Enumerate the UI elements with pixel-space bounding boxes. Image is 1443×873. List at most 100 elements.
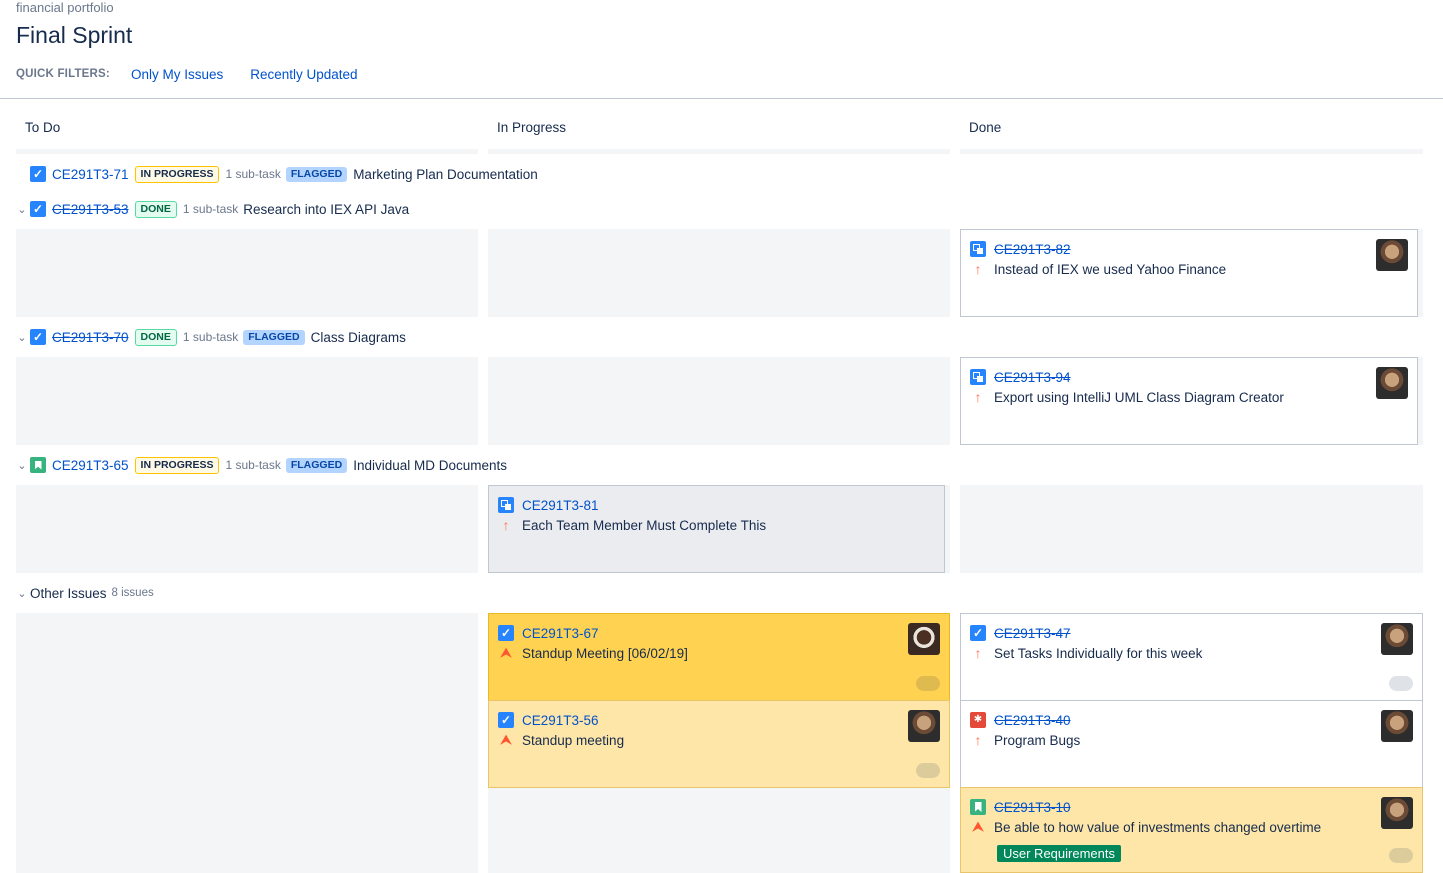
swimlane-header[interactable]: ⌄ ✓ CE291T3-53 DONE 1 sub-task Research … <box>16 198 409 220</box>
cell-in-progress <box>488 357 950 445</box>
subtask-count: 1 sub-task <box>182 202 239 216</box>
checkbox-icon: ✓ <box>30 166 46 182</box>
card-summary: Standup Meeting [06/02/19] <box>522 645 688 661</box>
cell-done <box>960 485 1423 573</box>
arrow-up-icon: ↑ <box>502 517 510 533</box>
column-title: To Do <box>25 120 61 135</box>
avatar <box>1376 367 1408 399</box>
issue-key-link[interactable]: CE291T3-65 <box>52 458 129 473</box>
checkbox-icon: ✓ <box>498 712 514 728</box>
issue-card[interactable]: ✓ CE291T3-56 ⮝ Standup meeting <box>488 700 950 788</box>
flagged-badge: FLAGGED <box>285 457 348 473</box>
issue-key-link[interactable]: CE291T3-70 <box>52 330 129 345</box>
column-header-todo: To Do <box>16 108 478 154</box>
card-summary: Set Tasks Individually for this week <box>994 645 1203 661</box>
subtask-count: 1 sub-task <box>225 167 281 181</box>
filter-recently-updated[interactable]: Recently Updated <box>250 67 357 82</box>
issue-card[interactable]: CE291T3-94 ↑ Export using IntelliJ UML Cl… <box>960 357 1418 445</box>
card-key[interactable]: CE291T3-67 <box>522 626 599 641</box>
checkbox-icon: ✓ <box>30 201 46 217</box>
flagged-badge: FLAGGED <box>243 329 305 345</box>
cell-todo <box>16 613 478 873</box>
avatar <box>1381 710 1413 742</box>
bug-icon: ✱ <box>970 712 986 728</box>
subtask-count: 1 sub-task <box>225 458 281 472</box>
card-key[interactable]: CE291T3-94 <box>994 370 1071 385</box>
avatar <box>1376 239 1408 271</box>
issue-card[interactable]: ✓ CE291T3-67 ⮝ Standup Meeting [06/02/19] <box>488 613 950 701</box>
issue-summary: Individual MD Documents <box>353 457 508 473</box>
column-title: Done <box>969 120 1002 135</box>
column-title: In Progress <box>497 120 567 135</box>
card-summary: Standup meeting <box>522 732 625 748</box>
chevron-down-icon[interactable]: ⌄ <box>16 587 28 600</box>
swimlane-header-other[interactable]: ⌄ Other Issues 8 issues <box>16 582 154 604</box>
swimlane-header[interactable]: ⌄ ✓ CE291T3-71 IN PROGRESS 1 sub-task FL… <box>16 163 538 185</box>
cell-in-progress <box>488 229 950 317</box>
column-header-done: Done <box>960 108 1423 154</box>
cell-todo <box>16 357 478 445</box>
status-badge: DONE <box>134 200 177 218</box>
card-summary: Be able to how value of investments chan… <box>994 819 1322 835</box>
arrow-up-icon: ↑ <box>974 389 982 405</box>
chevron-down-icon[interactable]: ⌄ <box>16 203 28 216</box>
filter-only-my-issues[interactable]: Only My Issues <box>131 67 223 82</box>
card-key[interactable]: CE291T3-10 <box>994 800 1071 815</box>
checkbox-icon: ✓ <box>30 329 46 345</box>
card-summary: Instead of IEX we used Yahoo Finance <box>994 261 1227 277</box>
chevron-down-icon[interactable]: ⌄ <box>16 331 28 344</box>
header-divider <box>0 98 1443 99</box>
issue-key-link[interactable]: CE291T3-53 <box>52 202 129 217</box>
arrow-up-icon: ↑ <box>974 261 982 277</box>
double-chevron-up-icon: ⮝ <box>972 819 984 834</box>
issue-count: 8 issues <box>111 587 154 599</box>
estimate-badge <box>1389 676 1413 691</box>
column-header-in-progress: In Progress <box>488 108 950 154</box>
cell-todo <box>16 485 478 573</box>
issue-card[interactable]: ✱ CE291T3-40 ↑ Program Bugs <box>960 700 1423 788</box>
issue-card[interactable]: CE291T3-10 ⮝ Be able to how value of inve… <box>960 787 1423 873</box>
subtask-count: 1 sub-task <box>182 330 239 344</box>
card-key[interactable]: CE291T3-40 <box>994 713 1071 728</box>
issue-card[interactable]: ✓ CE291T3-47 ↑ Set Tasks Individually for … <box>960 613 1423 701</box>
avatar <box>908 623 940 655</box>
card-key[interactable]: CE291T3-82 <box>994 242 1071 257</box>
other-issues-label: Other Issues <box>30 585 107 601</box>
arrow-up-icon: ↑ <box>974 732 982 748</box>
status-badge: IN PROGRESS <box>134 456 220 474</box>
chevron-down-icon[interactable]: ⌄ <box>16 459 28 472</box>
card-summary: Program Bugs <box>994 732 1081 748</box>
page-title: Final Sprint <box>16 22 133 48</box>
breadcrumb[interactable]: financial portfolio <box>16 0 114 15</box>
cell-todo <box>16 229 478 317</box>
avatar <box>1381 797 1413 829</box>
issue-summary: Marketing Plan Documentation <box>353 166 538 182</box>
double-chevron-up-icon: ⮝ <box>500 645 512 660</box>
issue-card[interactable]: CE291T3-82 ↑ Instead of IEX we used Yahoo… <box>960 229 1418 317</box>
checkbox-icon: ✓ <box>498 625 514 641</box>
swimlane-header[interactable]: ⌄ ✓ CE291T3-70 DONE 1 sub-task FLAGGED C… <box>16 326 406 348</box>
bookmark-icon <box>30 457 46 473</box>
checkbox-icon: ✓ <box>970 625 986 641</box>
issue-summary: Research into IEX API Java <box>243 201 410 217</box>
double-chevron-up-icon: ⮝ <box>500 732 512 747</box>
epic-badge[interactable]: User Requirements <box>997 845 1121 862</box>
issue-card[interactable]: CE291T3-81 ↑ Each Team Member Must Comple… <box>488 485 945 573</box>
issue-summary: Class Diagrams <box>310 329 406 345</box>
arrow-up-icon: ↑ <box>974 645 982 661</box>
flagged-badge: FLAGGED <box>285 166 348 182</box>
avatar <box>908 710 940 742</box>
swimlane-header[interactable]: ⌄ CE291T3-65 IN PROGRESS 1 sub-task FLAG… <box>16 454 507 476</box>
card-summary: Each Team Member Must Complete This <box>522 517 767 533</box>
issue-key-link[interactable]: CE291T3-71 <box>52 167 129 182</box>
status-badge: IN PROGRESS <box>134 165 220 183</box>
card-summary: Export using IntelliJ UML Class Diagram … <box>994 389 1284 405</box>
status-badge: DONE <box>134 328 177 346</box>
subtask-icon <box>970 241 986 257</box>
card-key[interactable]: CE291T3-81 <box>522 498 599 513</box>
estimate-badge <box>916 763 940 778</box>
card-key[interactable]: CE291T3-56 <box>522 713 599 728</box>
bookmark-icon <box>970 799 986 815</box>
quick-filters-label: QUICK FILTERS: <box>16 68 110 80</box>
card-key[interactable]: CE291T3-47 <box>994 626 1071 641</box>
